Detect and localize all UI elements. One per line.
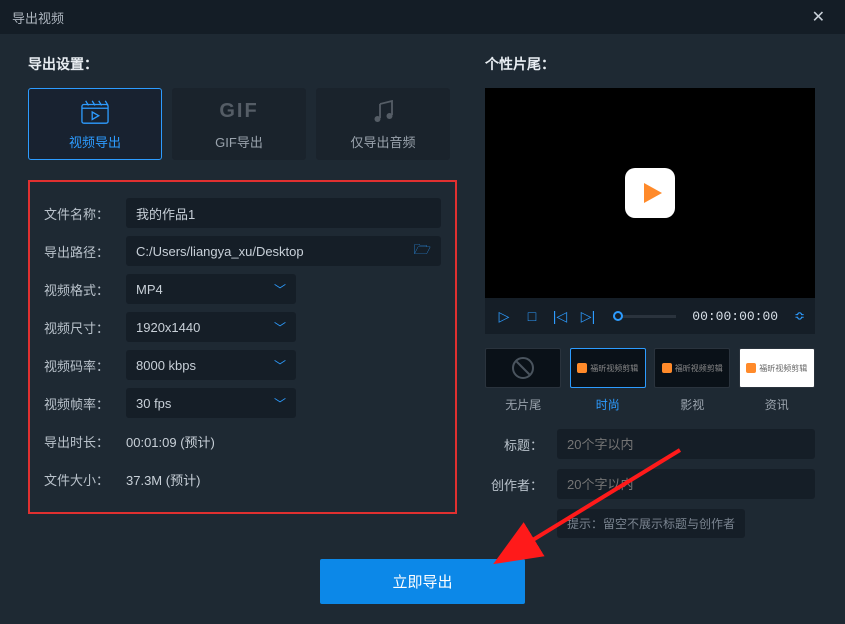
path-field-wrap: 🗁 (126, 236, 441, 266)
tab-gif-label: GIF导出 (215, 132, 263, 151)
format-select[interactable]: MP4 ﹀ (126, 274, 296, 304)
filename-input[interactable] (136, 206, 431, 221)
step-icon[interactable]: ≎ (794, 308, 805, 324)
thumb-movie-label: 影视 (680, 396, 704, 413)
tab-audio-export[interactable]: 仅导出音频 (316, 88, 450, 160)
stop-icon[interactable]: □ (523, 308, 541, 324)
gif-icon: GIF (225, 98, 253, 126)
path-input[interactable] (136, 244, 408, 259)
bitrate-value: 8000 kbps (136, 358, 196, 373)
window-title: 导出视频 (12, 8, 64, 27)
duration-value: 00:01:09 (预计) (126, 432, 215, 451)
filesize-label: 文件大小： (44, 470, 114, 489)
bitrate-label: 视频码率： (44, 356, 114, 375)
filename-field-wrap (126, 198, 441, 228)
play-icon[interactable]: ▷ (495, 308, 513, 325)
format-label: 视频格式： (44, 280, 114, 299)
meta-author-label: 创作者： (485, 475, 543, 494)
size-label: 视频尺寸： (44, 318, 114, 337)
size-select[interactable]: 1920x1440 ﹀ (126, 312, 296, 342)
tail-heading: 个性片尾： (485, 54, 815, 74)
skip-next-icon[interactable]: ▷| (579, 308, 597, 325)
tab-gif-export[interactable]: GIF GIF导出 (172, 88, 306, 160)
progress-slider[interactable] (613, 315, 676, 318)
preview-player (485, 88, 815, 298)
thumb-fashion-label: 时尚 (596, 396, 620, 413)
settings-group: 文件名称： 导出路径： 🗁 视频格式： MP4 ﹀ 视 (28, 180, 457, 514)
chevron-down-icon: ﹀ (274, 319, 286, 336)
thumb-none-label: 无片尾 (505, 396, 541, 413)
folder-open-icon[interactable]: 🗁 (408, 239, 431, 263)
player-controls: ▷ □ |◁ ▷| 00:00:00:00 ≎ (485, 298, 815, 334)
progress-handle[interactable] (613, 311, 623, 321)
thumb-news-label: 资讯 (765, 396, 789, 413)
thumb-news[interactable]: 福昕视频剪辑 (739, 348, 815, 388)
tab-video-label: 视频导出 (69, 132, 121, 151)
bitrate-select[interactable]: 8000 kbps ﹀ (126, 350, 296, 380)
chevron-down-icon: ﹀ (274, 395, 286, 412)
meta-title-input[interactable] (557, 429, 815, 459)
meta-hint: 提示：留空不展示标题与创作者 (557, 509, 745, 538)
thumb-fashion[interactable]: 福昕视频剪辑 (570, 348, 646, 388)
chevron-down-icon: ﹀ (274, 281, 286, 298)
skip-previous-icon[interactable]: |◁ (551, 308, 569, 325)
format-value: MP4 (136, 282, 163, 297)
size-value: 1920x1440 (136, 320, 200, 335)
video-export-icon (81, 98, 109, 126)
duration-label: 导出时长： (44, 432, 114, 451)
export-button[interactable]: 立即导出 (320, 559, 524, 604)
filesize-value: 37.3M (预计) (126, 470, 200, 489)
thumb-none[interactable] (485, 348, 561, 388)
fps-value: 30 fps (136, 396, 171, 411)
ban-icon (512, 357, 534, 379)
music-note-icon (369, 98, 397, 126)
fps-label: 视频帧率： (44, 394, 114, 413)
tab-audio-label: 仅导出音频 (350, 132, 415, 151)
tab-video-export[interactable]: 视频导出 (28, 88, 162, 160)
timecode: 00:00:00:00 (692, 309, 778, 324)
meta-title-label: 标题： (485, 435, 543, 454)
brand-logo-icon (625, 168, 675, 218)
path-label: 导出路径： (44, 242, 114, 261)
filename-label: 文件名称： (44, 204, 114, 223)
close-icon[interactable]: ✕ (804, 3, 833, 31)
chevron-down-icon: ﹀ (274, 357, 286, 374)
meta-author-input[interactable] (557, 469, 815, 499)
export-settings-heading: 导出设置： (28, 54, 457, 74)
thumb-movie[interactable]: 福昕视频剪辑 (654, 348, 730, 388)
fps-select[interactable]: 30 fps ﹀ (126, 388, 296, 418)
